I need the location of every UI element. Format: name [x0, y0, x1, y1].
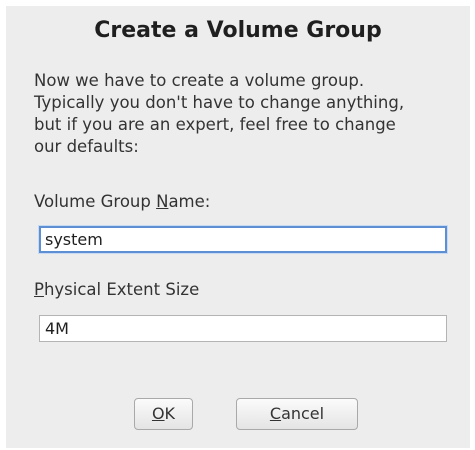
physical-extent-size-label: Physical Extent Size: [34, 280, 200, 299]
dialog-title: Create a Volume Group: [94, 18, 382, 43]
description-line: Now we have to create a volume group.: [34, 71, 365, 90]
ok-button[interactable]: OK: [134, 398, 193, 430]
physical-extent-size-input[interactable]: [39, 315, 447, 342]
dialog-description: Now we have to create a volume group. Ty…: [34, 70, 464, 158]
create-volume-group-dialog: Create a Volume Group Now we have to cre…: [6, 6, 470, 448]
description-line: our defaults:: [34, 137, 139, 156]
description-line: but if you are an expert, feel free to c…: [34, 115, 396, 134]
volume-group-name-label: Volume Group Name:: [34, 192, 211, 211]
description-line: Typically you don't have to change anyth…: [34, 93, 405, 112]
volume-group-name-input[interactable]: [39, 226, 447, 253]
cancel-button[interactable]: Cancel: [236, 398, 358, 430]
